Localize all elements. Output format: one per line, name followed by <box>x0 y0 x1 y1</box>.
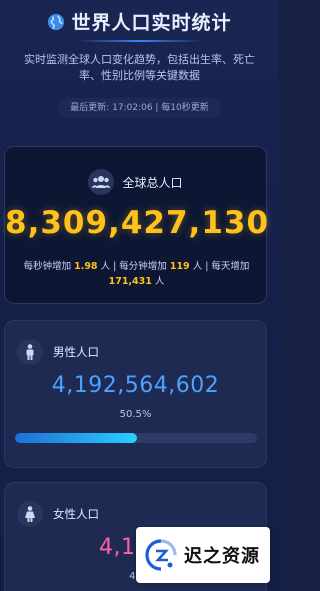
watermark-logo-icon <box>145 539 177 571</box>
female-person-icon <box>17 501 43 527</box>
watermark-badge: 迟之资源 <box>136 527 270 583</box>
title-underline <box>74 40 205 42</box>
total-population-value: 8,309,427,130 <box>5 205 270 241</box>
rate-per-minute: 119 <box>169 261 190 272</box>
rate-text: 人 <box>151 276 165 287</box>
female-population-label: 女性人口 <box>53 507 99 521</box>
male-population-label: 男性人口 <box>53 345 99 359</box>
rate-per-day: 171,431 <box>108 276 152 287</box>
total-population-card: 全球总人口 8,309,427,130 每秒钟增加 1.98 人 | 每分钟增加… <box>4 146 270 304</box>
total-population-header: 全球总人口 <box>5 169 266 195</box>
rate-per-second: 1.98 <box>74 261 98 272</box>
page-title: 世界人口实时统计 <box>71 12 232 34</box>
male-percent-bar-fill <box>15 433 138 443</box>
female-population-header: 女性人口 <box>17 501 99 527</box>
male-population-card: 男性人口 4,192,564,602 50.5% <box>4 320 267 468</box>
globe-icon <box>48 13 65 30</box>
male-population-value: 4,192,564,602 <box>51 373 220 398</box>
male-percent-bar <box>15 433 257 443</box>
title-row: 世界人口实时统计 <box>0 8 279 35</box>
watermark-text: 迟之资源 <box>184 546 260 567</box>
people-group-icon <box>88 169 115 195</box>
male-percent: 50.5% <box>119 409 152 420</box>
page: 世界人口实时统计 实时监测全球人口变化趋势，包括出生率、死亡率、性别比例等关键数… <box>0 0 279 591</box>
page-subtitle: 实时监测全球人口变化趋势，包括出生率、死亡率、性别比例等关键数据 <box>24 53 255 82</box>
growth-rates: 每秒钟增加 1.98 人 | 每分钟增加 119 人 | 每天增加 171,43… <box>19 259 254 289</box>
rate-text: 每秒钟增加 <box>23 261 75 272</box>
male-person-icon <box>17 339 43 365</box>
rate-text: 人 | 每分钟增加 <box>97 261 170 272</box>
page-header: 世界人口实时统计 <box>0 8 279 42</box>
total-population-label: 全球总人口 <box>122 175 183 190</box>
male-population-header: 男性人口 <box>17 339 99 365</box>
rate-text: 人 | 每天增加 <box>189 261 250 272</box>
last-update-badge: 最后更新: 17:02:06 | 每10秒更新 <box>58 98 221 118</box>
